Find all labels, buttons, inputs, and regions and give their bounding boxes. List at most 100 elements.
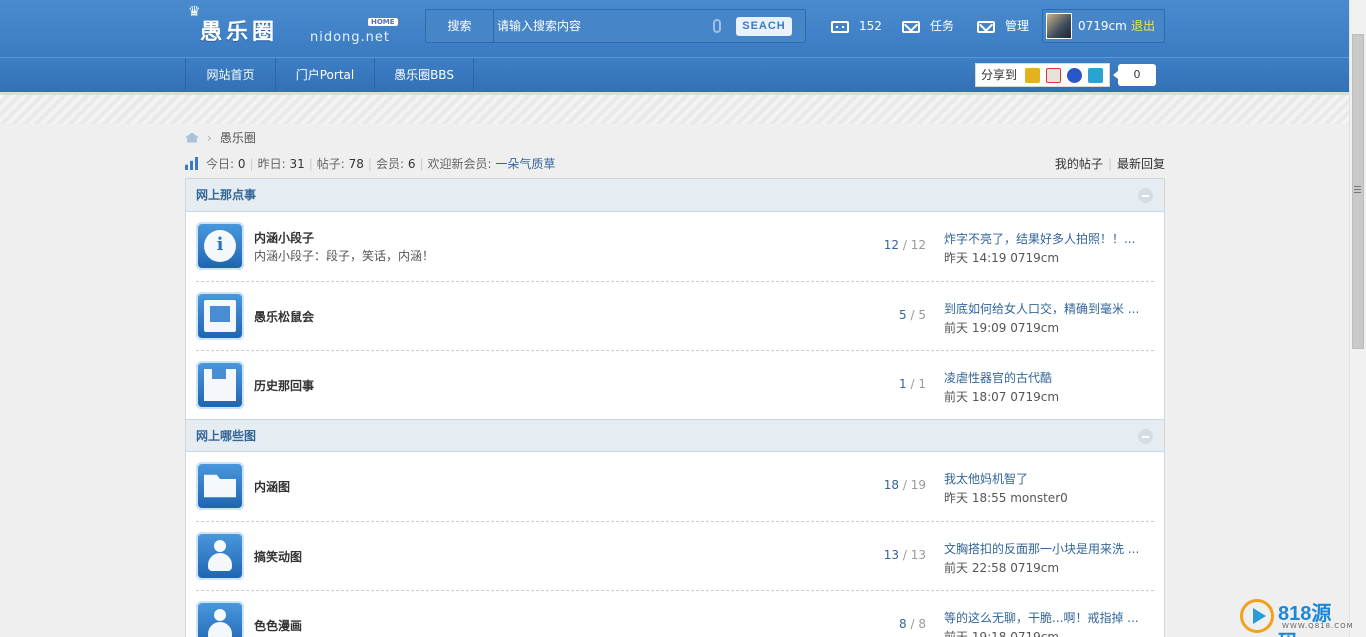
home-icon[interactable] <box>185 132 199 143</box>
admin-label: 管理 <box>1005 19 1030 33</box>
site-logo[interactable]: ♛ 愚乐圈 nidong.net HOME <box>188 4 398 52</box>
category-header[interactable]: 网上那点事 <box>186 179 1164 212</box>
forum-counts: 12 / 12 <box>883 238 926 252</box>
post-count: 1 <box>918 377 926 391</box>
latest-replies-link[interactable]: 最新回复 <box>1117 157 1165 171</box>
post-count: 5 <box>918 308 926 322</box>
forum-row: 内涵图 18 / 19 我太他妈机智了 昨天 18:55 monster0 <box>196 452 1154 521</box>
weibo-share-icon[interactable] <box>1046 68 1061 83</box>
post-count: 19 <box>910 478 926 492</box>
thread-count: 12 <box>883 238 900 252</box>
last-post-meta: 前天 19:09 0719cm <box>944 321 1060 335</box>
forum-row: 色色漫画 8 / 8 等的这么无聊，干脆...啊！戒指掉 ... 前天 19:1… <box>196 590 1154 637</box>
qq-share-icon[interactable] <box>1088 68 1103 83</box>
stat-members-label: 会员: <box>375 157 405 171</box>
last-post-meta: 昨天 14:19 0719cm <box>944 251 1060 265</box>
forum-name[interactable]: 色色漫画 <box>254 617 302 634</box>
stat-yesterday-label: 昨日: <box>257 157 286 171</box>
task-icon <box>902 20 920 33</box>
collapse-icon[interactable] <box>1138 429 1153 444</box>
qzone-share-icon[interactable] <box>1025 68 1040 83</box>
watermark-subtext: WWW.Q818.COM <box>1282 622 1354 630</box>
forum-counts: 18 / 19 <box>883 478 926 492</box>
forum-name[interactable]: 搞笑动图 <box>254 548 302 565</box>
thread-count: 1 <box>899 377 907 391</box>
decorative-stripe <box>0 92 1366 124</box>
last-post-title[interactable]: 等的这么无聊，干脆...啊！戒指掉 ... <box>944 609 1144 626</box>
logo-domain: nidong.net <box>310 30 391 45</box>
category-title[interactable]: 网上那点事 <box>196 188 256 202</box>
category-title[interactable]: 网上哪些图 <box>196 429 256 443</box>
folder-icon[interactable] <box>196 462 244 510</box>
forum-row: 内涵小段子 内涵小段子：段子，笑话，内涵！ 12 / 12 炸字不亮了，结果好多… <box>196 212 1154 281</box>
last-post-title[interactable]: 炸字不亮了，结果好多人拍照！！... <box>944 230 1144 247</box>
forum-name[interactable]: 内涵图 <box>254 478 290 495</box>
share-widget: 分享到 <box>975 63 1110 87</box>
notification-icon <box>831 20 849 33</box>
avatar[interactable] <box>1046 13 1072 39</box>
post-count: 12 <box>910 238 926 252</box>
my-posts-link[interactable]: 我的帖子 <box>1055 157 1103 171</box>
scrollbar-grip-icon <box>1354 186 1361 193</box>
main-nav: 网站首页 门户Portal 愚乐圈BBS 分享到 0 <box>0 57 1366 92</box>
stat-today-value: 0 <box>237 157 246 171</box>
group-icon[interactable] <box>196 601 244 637</box>
search-button[interactable]: SEACH <box>736 17 792 36</box>
search-bar: 搜索 SEACH <box>425 9 806 43</box>
last-post-title[interactable]: 我太他妈机智了 <box>944 470 1144 487</box>
crown-icon: ♛ <box>188 4 201 20</box>
username-link[interactable]: 0719cm <box>1078 10 1127 42</box>
logo-home-badge: HOME <box>368 18 398 26</box>
breadcrumb: › 愚乐圈 <box>185 130 256 146</box>
forum-row: 历史那回事 1 / 1 凌虐性器官的古代酷 前天 18:07 0719cm <box>196 350 1154 419</box>
forum-name[interactable]: 内涵小段子 <box>254 229 314 246</box>
notifications-link[interactable]: 152 <box>831 16 882 36</box>
logout-link[interactable]: 退出 <box>1131 10 1155 42</box>
forum-counts: 13 / 13 <box>883 548 926 562</box>
stat-posts-value: 78 <box>348 157 364 171</box>
person-icon[interactable] <box>196 532 244 580</box>
thread-count: 5 <box>899 308 907 322</box>
logo-text: 愚乐圈 <box>200 19 279 45</box>
new-member-link[interactable]: 一朵气质草 <box>495 157 555 171</box>
admin-mail-icon <box>977 20 995 33</box>
last-post-title[interactable]: 到底如何给女人口交，精确到毫米 ... <box>944 300 1144 317</box>
microphone-icon[interactable] <box>713 19 721 33</box>
nav-item-portal[interactable]: 门户Portal <box>275 58 374 92</box>
forum-name[interactable]: 历史那回事 <box>254 377 314 394</box>
baidu-share-icon[interactable] <box>1067 68 1082 83</box>
search-input[interactable] <box>495 10 725 42</box>
share-label: 分享到 <box>981 68 1018 82</box>
tasks-link[interactable]: 任务 <box>902 16 954 36</box>
search-type-selector[interactable]: 搜索 <box>426 10 494 42</box>
share-count: 0 <box>1113 64 1156 86</box>
info-icon[interactable] <box>196 222 244 270</box>
admin-link[interactable]: 管理 <box>977 16 1029 36</box>
nav-item-bbs[interactable]: 愚乐圈BBS <box>374 58 474 92</box>
page-scrollbar[interactable] <box>1349 0 1366 637</box>
breadcrumb-current[interactable]: 愚乐圈 <box>220 131 256 145</box>
stat-members-value: 6 <box>407 157 416 171</box>
stats-chart-icon <box>185 157 200 170</box>
site-header: ♛ 愚乐圈 nidong.net HOME 搜索 SEACH 152 任务 管理… <box>0 0 1366 57</box>
post-count: 13 <box>910 548 926 562</box>
nav-item-home[interactable]: 网站首页 <box>185 58 275 92</box>
last-post-title[interactable]: 文胸搭扣的反面那一小块是用来洗 ... <box>944 540 1144 557</box>
post-count: 8 <box>918 617 926 631</box>
monitor-icon[interactable] <box>196 292 244 340</box>
forum-row: 愚乐松鼠会 5 / 5 到底如何给女人口交，精确到毫米 ... 前天 19:09… <box>196 281 1154 350</box>
last-post-meta: 前天 19:18 0719cm <box>944 630 1060 637</box>
thread-count: 8 <box>899 617 907 631</box>
stat-posts-label: 帖子: <box>316 157 345 171</box>
breadcrumb-separator: › <box>207 131 212 145</box>
category-header[interactable]: 网上哪些图 <box>186 419 1164 452</box>
collapse-icon[interactable] <box>1138 188 1153 203</box>
floppy-icon[interactable] <box>196 361 244 409</box>
last-post-meta: 前天 18:07 0719cm <box>944 390 1060 404</box>
forum-name[interactable]: 愚乐松鼠会 <box>254 308 314 325</box>
last-post-title[interactable]: 凌虐性器官的古代酷 <box>944 369 1144 386</box>
play-icon <box>1240 599 1274 633</box>
forum-counts: 1 / 1 <box>899 377 926 391</box>
forum-stats: 今日: 0 | 昨日: 31 | 帖子: 78 | 会员: 6 | 欢迎新会员: 一朵气质草 <box>185 155 555 173</box>
last-post-meta: 昨天 18:55 monster0 <box>944 491 1068 505</box>
